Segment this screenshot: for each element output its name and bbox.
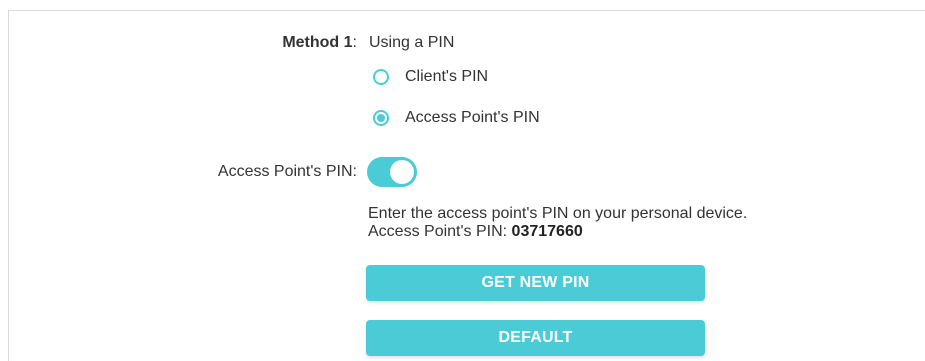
method-value: Using a PIN <box>369 34 455 51</box>
get-new-pin-button[interactable]: GET NEW PIN <box>366 265 705 301</box>
method-label-text: Method 1 <box>282 34 353 51</box>
ap-pin-toggle-label: Access Point's PIN: <box>217 163 357 180</box>
radio-selected-icon[interactable] <box>373 110 389 126</box>
radio-access-point-pin[interactable]: Access Point's PIN <box>373 109 540 127</box>
pin-display: Access Point's PIN: 03717660 <box>368 223 747 241</box>
radio-client-pin-label: Client's PIN <box>405 68 489 85</box>
toggle-knob <box>390 160 414 184</box>
radio-dot <box>377 114 385 122</box>
default-button[interactable]: DEFAULT <box>366 320 705 356</box>
pin-info: Enter the access point's PIN on your per… <box>368 205 747 241</box>
wps-pin-panel: Method 1: Using a PIN Client's PIN Acces… <box>8 10 925 361</box>
radio-client-pin[interactable]: Client's PIN <box>373 68 488 86</box>
ap-pin-toggle[interactable] <box>367 157 417 187</box>
method-label-colon: : <box>352 34 357 51</box>
pin-instruction: Enter the access point's PIN on your per… <box>368 205 748 222</box>
pin-value: 03717660 <box>511 223 583 240</box>
radio-access-point-pin-label: Access Point's PIN <box>405 109 540 126</box>
pin-prefix: Access Point's PIN: <box>368 223 512 240</box>
method-label: Method 1: <box>282 34 357 52</box>
radio-circle-icon[interactable] <box>373 69 389 85</box>
